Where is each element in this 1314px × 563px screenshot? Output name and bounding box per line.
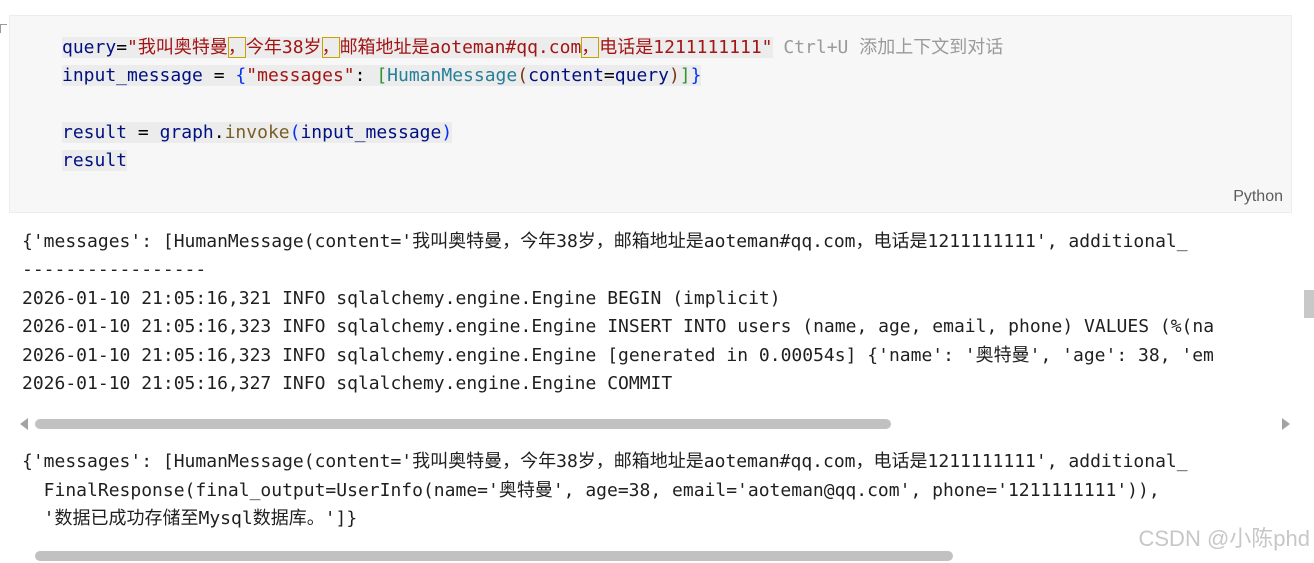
token-result-var: result <box>62 150 128 171</box>
token-paren-close: ) <box>668 65 680 86</box>
code-line-3[interactable]: result = graph.invoke(input_message) <box>62 122 453 144</box>
horizontal-scrollbar-1[interactable] <box>20 417 1290 431</box>
token-class: HumanMessage <box>387 65 518 86</box>
token-comma-1: ， <box>227 37 246 58</box>
token-str-2: 今年38岁 <box>245 37 322 58</box>
cell-marker <box>0 24 7 33</box>
token-comma-2: ， <box>321 37 340 58</box>
hint-shortcut: Ctrl+U <box>783 37 849 58</box>
scroll-right-icon[interactable] <box>1282 418 1290 430</box>
token-paren-open: ( <box>517 65 529 86</box>
code-line-1[interactable]: query="我叫奥特曼，今年38岁，邮箱地址是aoteman#qq.com，电… <box>62 36 1003 59</box>
code-line-4[interactable]: result <box>62 150 128 172</box>
output-line: 2026-01-10 21:05:16,323 INFO sqlalchemy.… <box>22 345 1214 366</box>
token-query-var: query <box>62 37 117 58</box>
token-bracket-close: ] <box>679 65 691 86</box>
token-invoke: invoke <box>224 122 290 143</box>
token-brace-open: { <box>235 65 247 86</box>
scroll-left-icon[interactable] <box>20 418 28 430</box>
token-param: content <box>528 65 604 86</box>
token-quote-open: " <box>127 37 138 58</box>
output-line: '数据已成功存储至Mysql数据库。']} <box>22 508 358 529</box>
output-line: {'messages': [HumanMessage(content='我叫奥特… <box>22 231 1188 252</box>
token-graph: graph <box>159 122 214 143</box>
language-label[interactable]: Python <box>1233 188 1283 206</box>
token-str-3: 邮箱地址是aoteman#qq.com <box>339 37 582 58</box>
token-eq: = <box>213 65 225 86</box>
token-eq: = <box>137 122 149 143</box>
token-paren-open: ( <box>289 122 301 143</box>
token-str-4: 电话是1211111111 <box>599 37 762 58</box>
token-eq: = <box>116 37 128 58</box>
token-paren-close: ) <box>441 122 453 143</box>
token-brace-close: } <box>690 65 702 86</box>
output-line: ----------------- <box>22 259 207 280</box>
watermark: CSDN @小陈phd <box>1138 526 1311 551</box>
vertical-scrollbar-thumb[interactable] <box>1304 290 1314 318</box>
hint-text: 添加上下文到对话 <box>859 37 1004 57</box>
token-str-1: 我叫奥特曼 <box>137 37 228 58</box>
output-line: FinalResponse(final_output=UserInfo(name… <box>22 480 1160 501</box>
token-arg: input_message <box>300 122 442 143</box>
token-arg: query <box>614 65 669 86</box>
token-comma-3: ， <box>581 37 600 58</box>
token-quote-close: " <box>761 37 773 58</box>
output-line: {'messages': [HumanMessage(content='我叫奥特… <box>22 451 1188 472</box>
code-line-2[interactable]: input_message = {"messages": [HumanMessa… <box>62 65 702 87</box>
code-cell[interactable]: query="我叫奥特曼，今年38岁，邮箱地址是aoteman#qq.com，电… <box>9 15 1292 213</box>
token-dot: . <box>213 122 225 143</box>
output-line: 2026-01-10 21:05:16,327 INFO sqlalchemy.… <box>22 373 673 394</box>
token-assign: = <box>603 65 615 86</box>
output-line: 2026-01-10 21:05:16,323 INFO sqlalchemy.… <box>22 316 1215 337</box>
token-colon: : <box>354 65 366 86</box>
token-input-message-var: input_message <box>62 65 203 86</box>
token-result-var: result <box>62 122 128 143</box>
output-line: 2026-01-10 21:05:16,321 INFO sqlalchemy.… <box>22 288 781 309</box>
token-bracket-open: [ <box>376 65 388 86</box>
scrollbar-thumb[interactable] <box>35 551 953 561</box>
scrollbar-thumb[interactable] <box>35 419 891 429</box>
token-key: "messages" <box>246 65 355 86</box>
